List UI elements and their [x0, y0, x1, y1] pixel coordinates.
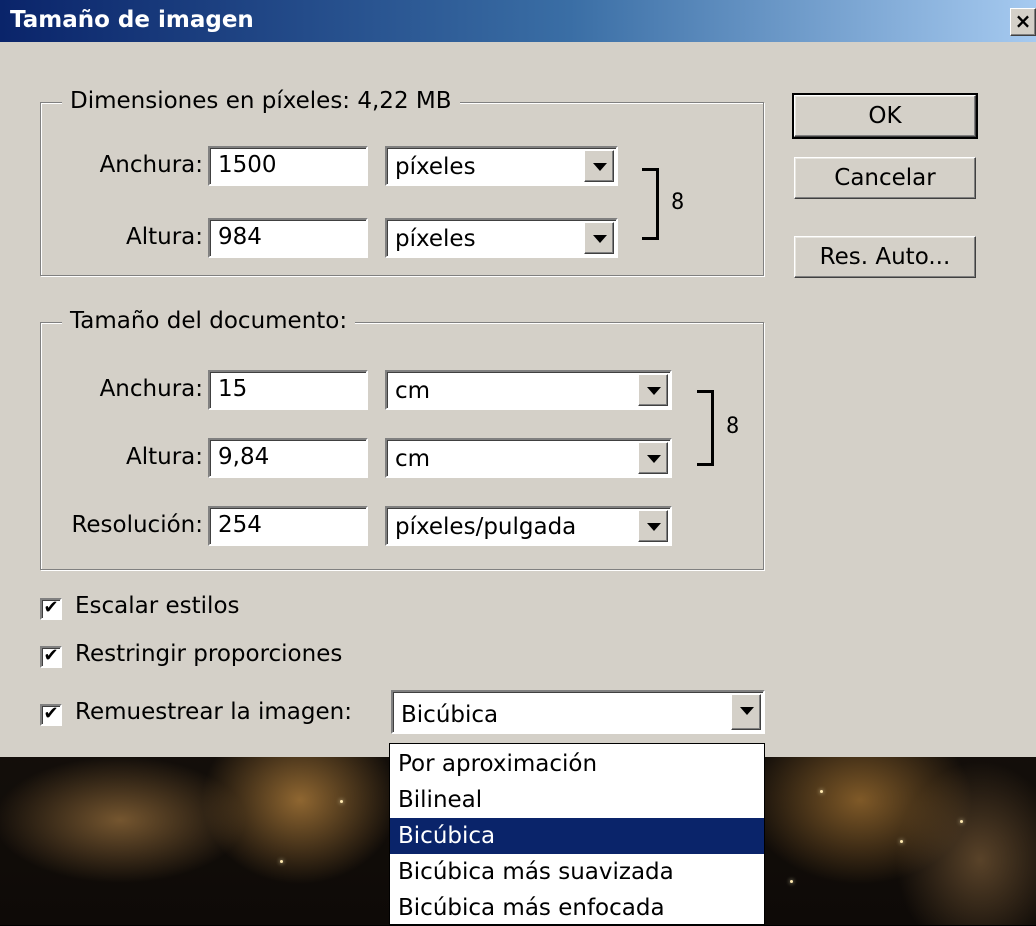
chevron-down-icon[interactable] [638, 442, 668, 474]
document-size-label: Tamaño del documento: [62, 308, 356, 334]
doc-height-input[interactable]: 9,84 [208, 438, 368, 478]
chevron-down-icon[interactable] [638, 510, 668, 542]
doc-width-label: Anchura: [99, 376, 203, 402]
scale-styles-checkbox[interactable]: ✔ [40, 598, 62, 620]
pixel-height-input[interactable]: 984 [208, 218, 368, 258]
chevron-down-icon[interactable] [584, 222, 614, 254]
resample-method-value: Bicúbica [401, 702, 499, 728]
doc-width-unit-select[interactable]: cm [385, 370, 672, 410]
link-bracket [642, 168, 659, 240]
resolution-unit-select[interactable]: píxeles/pulgada [385, 506, 672, 546]
auto-button[interactable]: Res. Auto... [794, 236, 976, 278]
dialog-title: Tamaño de imagen [10, 7, 254, 33]
resolution-input[interactable]: 254 [208, 506, 368, 546]
spark [900, 840, 903, 843]
spark [790, 880, 793, 883]
doc-width-input[interactable]: 15 [208, 370, 368, 410]
pixel-width-unit-select[interactable]: píxeles [385, 146, 618, 186]
pixel-width-label: Anchura: [99, 152, 203, 178]
pixel-height-label: Altura: [125, 224, 203, 250]
pixel-width-input[interactable]: 1500 [208, 146, 368, 186]
doc-height-unit-value: cm [395, 446, 431, 472]
resolution-unit-value: píxeles/pulgada [395, 514, 577, 540]
doc-height-unit-select[interactable]: cm [385, 438, 672, 478]
resample-method-select[interactable]: Bicúbica [391, 690, 765, 734]
pixel-dimensions-label: Dimensiones en píxeles: 4,22 MB [62, 88, 460, 114]
chevron-down-icon[interactable] [731, 694, 761, 730]
constrain-checkbox[interactable]: ✔ [40, 646, 62, 668]
spark [340, 800, 343, 803]
spark [820, 790, 823, 793]
chevron-down-icon[interactable] [638, 374, 668, 406]
spark [960, 820, 963, 823]
constrain-label[interactable]: Restringir proporciones [75, 641, 342, 667]
dropdown-option-bicubic-sharper[interactable]: Bicúbica más enfocada [390, 890, 764, 926]
doc-height-label: Altura: [125, 444, 203, 470]
ok-button[interactable]: OK [792, 93, 978, 139]
scale-styles-label[interactable]: Escalar estilos [75, 593, 240, 619]
link-bracket [697, 390, 714, 466]
dropdown-option-bicubic-smoother[interactable]: Bicúbica más suavizada [390, 854, 764, 890]
resolution-label: Resolución: [71, 512, 203, 538]
resample-method-dropdown: Por aproximación Bilineal Bicúbica Bicúb… [389, 743, 765, 925]
dropdown-option-nearest[interactable]: Por aproximación [390, 746, 764, 782]
dropdown-option-bicubic[interactable]: Bicúbica [390, 818, 764, 854]
pixel-width-unit-value: píxeles [395, 154, 476, 180]
resample-checkbox[interactable]: ✔ [40, 704, 62, 726]
pixel-height-unit-select[interactable]: píxeles [385, 218, 618, 258]
chain-link-icon: 8 [671, 190, 685, 215]
close-icon[interactable]: × [1010, 8, 1036, 36]
image-size-dialog: Tamaño de imagen × Dimensiones en píxele… [0, 0, 1036, 757]
title-bar[interactable]: Tamaño de imagen × [0, 0, 1036, 42]
spark [280, 860, 283, 863]
chevron-down-icon[interactable] [584, 150, 614, 182]
resample-label[interactable]: Remuestrear la imagen: [75, 699, 352, 725]
doc-width-unit-value: cm [395, 378, 431, 404]
chain-link-icon: 8 [726, 414, 740, 439]
pixel-height-unit-value: píxeles [395, 226, 476, 252]
cancel-button[interactable]: Cancelar [794, 157, 976, 199]
dropdown-option-bilinear[interactable]: Bilineal [390, 782, 764, 818]
